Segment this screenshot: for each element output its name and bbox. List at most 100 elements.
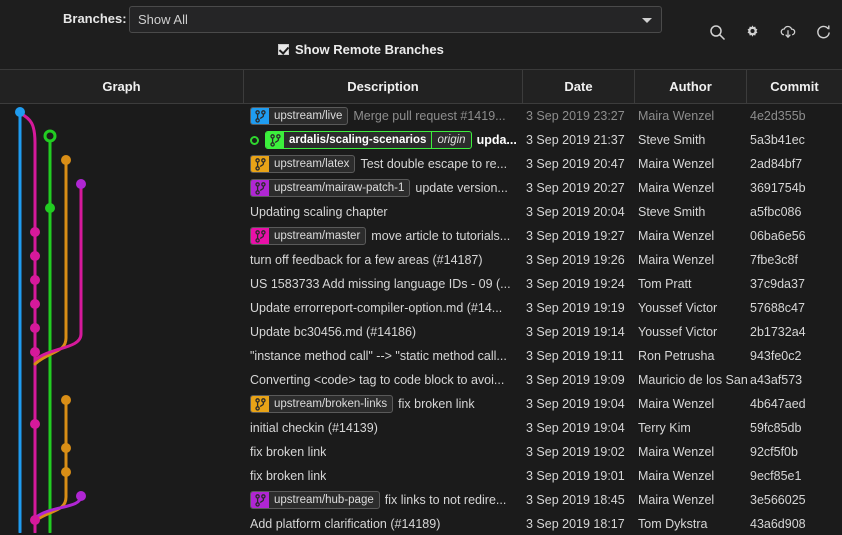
commit-hash-cell: a43af573 bbox=[747, 368, 842, 392]
graph-cell bbox=[0, 392, 244, 416]
table-row[interactable]: upstream/master move article to tutorials… bbox=[0, 224, 842, 248]
search-icon[interactable] bbox=[709, 24, 726, 41]
commit-message: Updating scaling chapter bbox=[250, 200, 388, 224]
description-cell[interactable]: US 1583733 Add missing language IDs - 09… bbox=[244, 272, 523, 296]
description-cell[interactable]: initial checkin (#14139) bbox=[244, 416, 523, 440]
table-row[interactable]: "instance method call" --> "static metho… bbox=[0, 344, 842, 368]
description-cell[interactable]: fix broken link bbox=[244, 464, 523, 488]
commit-hash-cell: 7fbe3c8f bbox=[747, 248, 842, 272]
author-cell: Maira Wenzel bbox=[635, 392, 747, 416]
branch-name: upstream/latex bbox=[269, 156, 354, 172]
date-cell: 3 Sep 2019 19:11 bbox=[523, 344, 635, 368]
table-row[interactable]: Updating scaling chapter 3 Sep 2019 20:04… bbox=[0, 200, 842, 224]
branch-badge[interactable]: upstream/hub-page bbox=[250, 491, 380, 509]
commit-message: Add platform clarification (#14189) bbox=[250, 512, 440, 533]
branch-badge[interactable]: upstream/mairaw-patch-1 bbox=[250, 179, 410, 197]
author-cell: Maira Wenzel bbox=[635, 224, 747, 248]
gear-icon[interactable] bbox=[744, 24, 761, 41]
author-cell: Mauricio de los San... bbox=[635, 368, 747, 392]
commit-hash-cell: 5a3b41ec bbox=[747, 128, 842, 152]
column-header-date[interactable]: Date bbox=[523, 70, 635, 104]
branch-icon bbox=[251, 492, 269, 508]
author-cell: Maira Wenzel bbox=[635, 464, 747, 488]
date-cell: 3 Sep 2019 20:47 bbox=[523, 152, 635, 176]
table-row[interactable]: upstream/mairaw-patch-1 update version...… bbox=[0, 176, 842, 200]
branch-badge[interactable]: upstream/live bbox=[250, 107, 348, 125]
column-header-description[interactable]: Description bbox=[244, 70, 523, 104]
refresh-icon[interactable] bbox=[815, 24, 832, 41]
branch-icon bbox=[251, 228, 269, 244]
column-header-graph[interactable]: Graph bbox=[0, 70, 244, 104]
commit-message: Converting <code> tag to code block to a… bbox=[250, 368, 504, 392]
table-row[interactable]: upstream/hub-page fix links to not redire… bbox=[0, 488, 842, 512]
author-cell: Maira Wenzel bbox=[635, 176, 747, 200]
description-cell[interactable]: ardalis/scaling-scenariosoriginupda... bbox=[244, 128, 523, 152]
table-row[interactable]: initial checkin (#14139)3 Sep 2019 19:04… bbox=[0, 416, 842, 440]
date-cell: 3 Sep 2019 20:27 bbox=[523, 176, 635, 200]
description-cell[interactable]: upstream/latexTest double escape to re..… bbox=[244, 152, 523, 176]
branch-badge[interactable]: upstream/master bbox=[250, 227, 366, 245]
description-cell[interactable]: upstream/live Merge pull request #1419... bbox=[244, 104, 523, 128]
author-cell: Ron Petrusha bbox=[635, 344, 747, 368]
commit-message: move article to tutorials... bbox=[371, 224, 510, 248]
author-cell: Youssef Victor bbox=[635, 320, 747, 344]
description-cell[interactable]: "instance method call" --> "static metho… bbox=[244, 344, 523, 368]
commit-message: fix broken link bbox=[250, 440, 326, 464]
graph-cell bbox=[0, 488, 244, 512]
commit-message: Merge pull request #1419... bbox=[353, 104, 505, 128]
description-cell[interactable]: upstream/hub-page fix links to not redire… bbox=[244, 488, 523, 512]
date-cell: 3 Sep 2019 19:14 bbox=[523, 320, 635, 344]
branch-icon bbox=[251, 180, 269, 196]
branches-dropdown[interactable]: Show All bbox=[129, 6, 662, 33]
branch-icon bbox=[251, 396, 269, 412]
description-cell[interactable]: Update bc30456.md (#14186) bbox=[244, 320, 523, 344]
graph-cell bbox=[0, 368, 244, 392]
chevron-down-icon bbox=[642, 18, 652, 23]
commit-message: fix broken link bbox=[250, 464, 326, 488]
branch-badge[interactable]: ardalis/scaling-scenariosorigin bbox=[265, 131, 472, 149]
table-row[interactable]: fix broken link3 Sep 2019 19:02Maira Wen… bbox=[0, 440, 842, 464]
author-cell: Maira Wenzel bbox=[635, 440, 747, 464]
date-cell: 3 Sep 2019 19:19 bbox=[523, 296, 635, 320]
author-cell: Terry Kim bbox=[635, 416, 747, 440]
table-row[interactable]: Update bc30456.md (#14186)3 Sep 2019 19:… bbox=[0, 320, 842, 344]
commit-message: fix links to not redire... bbox=[385, 488, 507, 512]
table-row[interactable]: Add platform clarification (#14189)3 Sep… bbox=[0, 512, 842, 533]
graph-cell bbox=[0, 296, 244, 320]
table-row[interactable]: upstream/broken-linksfix broken link3 Se… bbox=[0, 392, 842, 416]
date-cell: 3 Sep 2019 20:04 bbox=[523, 200, 635, 224]
show-remote-branches-checkbox[interactable] bbox=[278, 44, 289, 55]
table-row[interactable]: Update errorreport-compiler-option.md (#… bbox=[0, 296, 842, 320]
cloud-download-icon[interactable] bbox=[779, 24, 797, 41]
commit-message: update version... bbox=[415, 176, 507, 200]
description-cell[interactable]: fix broken link bbox=[244, 440, 523, 464]
column-header-commit[interactable]: Commit bbox=[747, 70, 842, 104]
toolbar: Branches: Show All Show Remote Branches bbox=[0, 0, 842, 70]
graph-cell bbox=[0, 128, 244, 152]
column-header-author[interactable]: Author bbox=[635, 70, 747, 104]
description-cell[interactable]: Update errorreport-compiler-option.md (#… bbox=[244, 296, 523, 320]
description-cell[interactable]: Add platform clarification (#14189) bbox=[244, 512, 523, 533]
table-row[interactable]: fix broken link3 Sep 2019 19:01Maira Wen… bbox=[0, 464, 842, 488]
table-row[interactable]: turn off feedback for a few areas (#1418… bbox=[0, 248, 842, 272]
branch-badge[interactable]: upstream/latex bbox=[250, 155, 355, 173]
description-cell[interactable]: turn off feedback for a few areas (#1418… bbox=[244, 248, 523, 272]
description-cell[interactable]: upstream/mairaw-patch-1 update version... bbox=[244, 176, 523, 200]
table-row[interactable]: upstream/live Merge pull request #1419...… bbox=[0, 104, 842, 128]
description-cell[interactable]: upstream/master move article to tutorials… bbox=[244, 224, 523, 248]
description-cell[interactable]: upstream/broken-linksfix broken link bbox=[244, 392, 523, 416]
author-cell: Maira Wenzel bbox=[635, 104, 747, 128]
commit-hash-cell: 2ad84bf7 bbox=[747, 152, 842, 176]
description-cell[interactable]: Updating scaling chapter bbox=[244, 200, 523, 224]
show-remote-branches-row[interactable]: Show Remote Branches bbox=[278, 42, 444, 57]
table-row[interactable]: upstream/latexTest double escape to re..… bbox=[0, 152, 842, 176]
graph-cell bbox=[0, 200, 244, 224]
table-row[interactable]: US 1583733 Add missing language IDs - 09… bbox=[0, 272, 842, 296]
table-row[interactable]: Converting <code> tag to code block to a… bbox=[0, 368, 842, 392]
branch-badge[interactable]: upstream/broken-links bbox=[250, 395, 393, 413]
table-row[interactable]: ardalis/scaling-scenariosoriginupda...3 … bbox=[0, 128, 842, 152]
branch-name: upstream/live bbox=[269, 108, 347, 124]
commit-hash-cell: 9ecf85e1 bbox=[747, 464, 842, 488]
description-cell[interactable]: Converting <code> tag to code block to a… bbox=[244, 368, 523, 392]
commit-hash-cell: a5fbc086 bbox=[747, 200, 842, 224]
